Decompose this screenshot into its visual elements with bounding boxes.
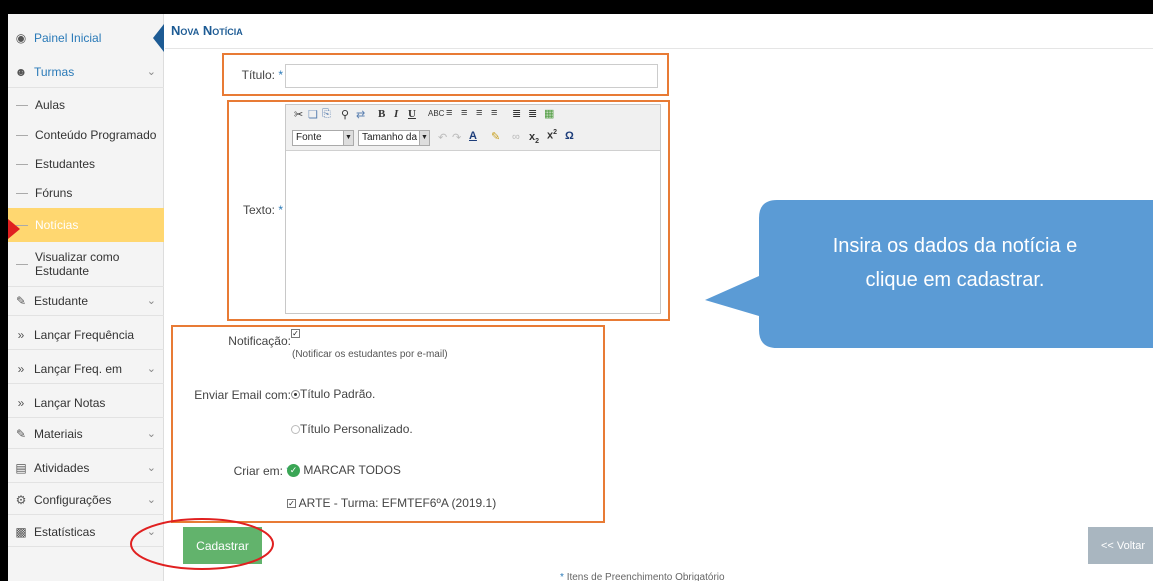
required-asterisk: * — [278, 203, 283, 217]
double-chevron-icon: » — [17, 327, 25, 342]
redo-icon[interactable]: ↷ — [452, 131, 461, 144]
chevron-down-icon: ⌄ — [146, 363, 156, 375]
sidebar-subitem-estudantes[interactable]: Estudantes — [8, 153, 164, 175]
dropdown-arrow-icon: ▼ — [419, 131, 429, 145]
sidebar-subitem-visualizar[interactable]: Visualizar como Estudante — [8, 246, 164, 282]
justify-icon[interactable]: ≡ — [491, 107, 497, 119]
notificacao-label: Notificação: — [228, 334, 291, 348]
radio-titulo-personalizado[interactable]: Título Personalizado. — [291, 422, 413, 436]
highlight-ellipse — [130, 518, 274, 570]
tree-line — [16, 164, 28, 165]
turma-checkbox[interactable]: ✓ — [287, 499, 296, 509]
subscript-icon[interactable]: x2 — [529, 131, 539, 145]
sidebar-item-configuracoes[interactable]: ⚙ Configurações ⌄ — [8, 485, 164, 515]
sidebar-item-atividades[interactable]: ▤ Atividades ⌄ — [8, 453, 164, 483]
cut-icon[interactable]: ✂ — [294, 108, 303, 121]
paste-icon[interactable]: ⎘ — [322, 108, 331, 121]
notificacao-hint: (Notificar os estudantes por e-mail) — [292, 349, 448, 360]
replace-icon[interactable]: ⇄ — [356, 108, 365, 121]
users-icon: ☻ — [14, 64, 28, 79]
superscript-icon[interactable]: x2 — [547, 129, 557, 142]
criar-em-label: Criar em: * — [205, 464, 291, 478]
sidebar-item-turmas[interactable]: ☻ Turmas ⌄ — [8, 56, 164, 88]
callout-text: Insira os dados da notícia e clique em c… — [832, 235, 1078, 291]
divider — [165, 48, 1153, 49]
rich-text-editor[interactable]: ✂ ❏ ⎘ ⚲ ⇄ B I U ABC ≡ ≡ ≡ ≡ ≣ ≣ ▦ Fonte … — [285, 104, 661, 314]
chevron-down-icon: ⌄ — [146, 462, 156, 474]
gears-icon: ⚙ — [15, 492, 27, 507]
edit-icon: ✎ — [15, 426, 27, 441]
copy-icon[interactable]: ❏ — [308, 108, 318, 121]
sidebar-item-lancar-frequencia[interactable]: » Lançar Frequência — [8, 320, 164, 350]
titulo-input[interactable] — [285, 64, 658, 88]
edit-icon: ✎ — [15, 293, 27, 308]
list-icon: ▤ — [15, 460, 27, 475]
pointer-arrow — [8, 219, 20, 239]
enviar-email-label: Enviar Email com: — [194, 388, 291, 402]
underline-icon[interactable]: U — [408, 108, 416, 120]
strikethrough-icon[interactable]: ABC — [428, 109, 444, 118]
sidebar-subitem-conteudo[interactable]: Conteúdo Programado — [8, 124, 164, 146]
tree-line — [16, 193, 28, 194]
sidebar-item-materiais[interactable]: ✎ Materiais ⌄ — [8, 419, 164, 449]
required-asterisk: * — [278, 68, 283, 82]
titulo-label: Título: * — [241, 68, 283, 82]
italic-icon[interactable]: I — [394, 108, 398, 120]
radio-unselected-icon — [291, 425, 300, 435]
page-title: Nova Notícia — [171, 23, 243, 38]
link-icon[interactable]: ∞ — [512, 131, 520, 143]
voltar-button[interactable]: << Voltar — [1088, 527, 1153, 564]
chevron-down-icon: ⌄ — [146, 295, 156, 307]
sidebar-subitem-noticias[interactable]: Notícias — [8, 208, 164, 242]
notificacao-checkbox[interactable]: ✓ — [291, 329, 300, 338]
bold-icon[interactable]: B — [378, 108, 385, 120]
sidebar-subitem-aulas[interactable]: Aulas — [8, 94, 164, 116]
sidebar: ◉ Painel Inicial ☻ Turmas ⌄ Aulas Conteú… — [8, 14, 164, 581]
image-icon[interactable]: ▦ — [544, 107, 554, 120]
align-left-icon[interactable]: ≡ — [446, 107, 452, 119]
special-char-icon[interactable]: Ω — [565, 130, 574, 142]
app-frame: ◉ Painel Inicial ☻ Turmas ⌄ Aulas Conteú… — [8, 14, 1153, 581]
radio-selected-icon — [291, 390, 300, 400]
sidebar-item-estudante[interactable]: ✎ Estudante ⌄ — [8, 286, 164, 316]
sidebar-item-painel-inicial[interactable]: ◉ Painel Inicial — [8, 26, 164, 50]
sidebar-subitem-foruns[interactable]: Fóruns — [8, 182, 164, 204]
text-color-icon[interactable]: A — [469, 130, 477, 142]
sidebar-item-lancar-freq-em[interactable]: » Lançar Freq. em ⌄ — [8, 354, 164, 384]
active-indicator — [153, 24, 164, 52]
texto-label: Texto: * — [242, 203, 283, 217]
size-select[interactable]: Tamanho da ▼ — [358, 130, 430, 146]
tree-line — [16, 264, 28, 265]
editor-toolbar: ✂ ❏ ⎘ ⚲ ⇄ B I U ABC ≡ ≡ ≡ ≡ ≣ ≣ ▦ Fonte … — [286, 105, 660, 151]
chevron-down-icon: ⌄ — [146, 428, 156, 440]
dropdown-arrow-icon: ▼ — [343, 131, 353, 145]
required-fields-note: * Itens de Preenchimento Obrigatório — [560, 572, 725, 581]
tree-line — [16, 135, 28, 136]
dashboard-icon: ◉ — [15, 31, 27, 45]
bar-chart-icon: ▩ — [15, 524, 27, 539]
undo-icon[interactable]: ↶ — [438, 131, 447, 144]
double-chevron-icon: » — [17, 395, 25, 410]
align-right-icon[interactable]: ≡ — [476, 107, 482, 119]
radio-titulo-padrao[interactable]: Título Padrão. — [291, 387, 375, 401]
align-center-icon[interactable]: ≡ — [461, 107, 467, 119]
chevron-down-icon: ⌄ — [146, 66, 156, 78]
font-select[interactable]: Fonte ▼ — [292, 130, 354, 146]
highlight-color-icon[interactable]: ✎ — [491, 130, 500, 143]
turma-checkbox-row[interactable]: ✓ ARTE - Turma: EFMTEF6ºA (2019.1) — [287, 496, 496, 510]
double-chevron-icon: » — [17, 361, 25, 376]
numbered-list-icon[interactable]: ≣ — [528, 107, 537, 120]
main-content: Nova Notícia Título: * Texto: * ✂ ❏ ⎘ ⚲ … — [130, 14, 1153, 581]
required-asterisk: * — [560, 572, 564, 581]
check-circle-icon: ✓ — [287, 464, 300, 478]
bullet-list-icon[interactable]: ≣ — [512, 107, 521, 120]
tree-line — [16, 105, 28, 106]
sidebar-item-lancar-notas[interactable]: » Lançar Notas — [8, 388, 164, 418]
marcar-todos-button[interactable]: ✓ MARCAR TODOS — [287, 463, 401, 478]
chevron-down-icon: ⌄ — [146, 494, 156, 506]
find-icon[interactable]: ⚲ — [341, 108, 349, 121]
